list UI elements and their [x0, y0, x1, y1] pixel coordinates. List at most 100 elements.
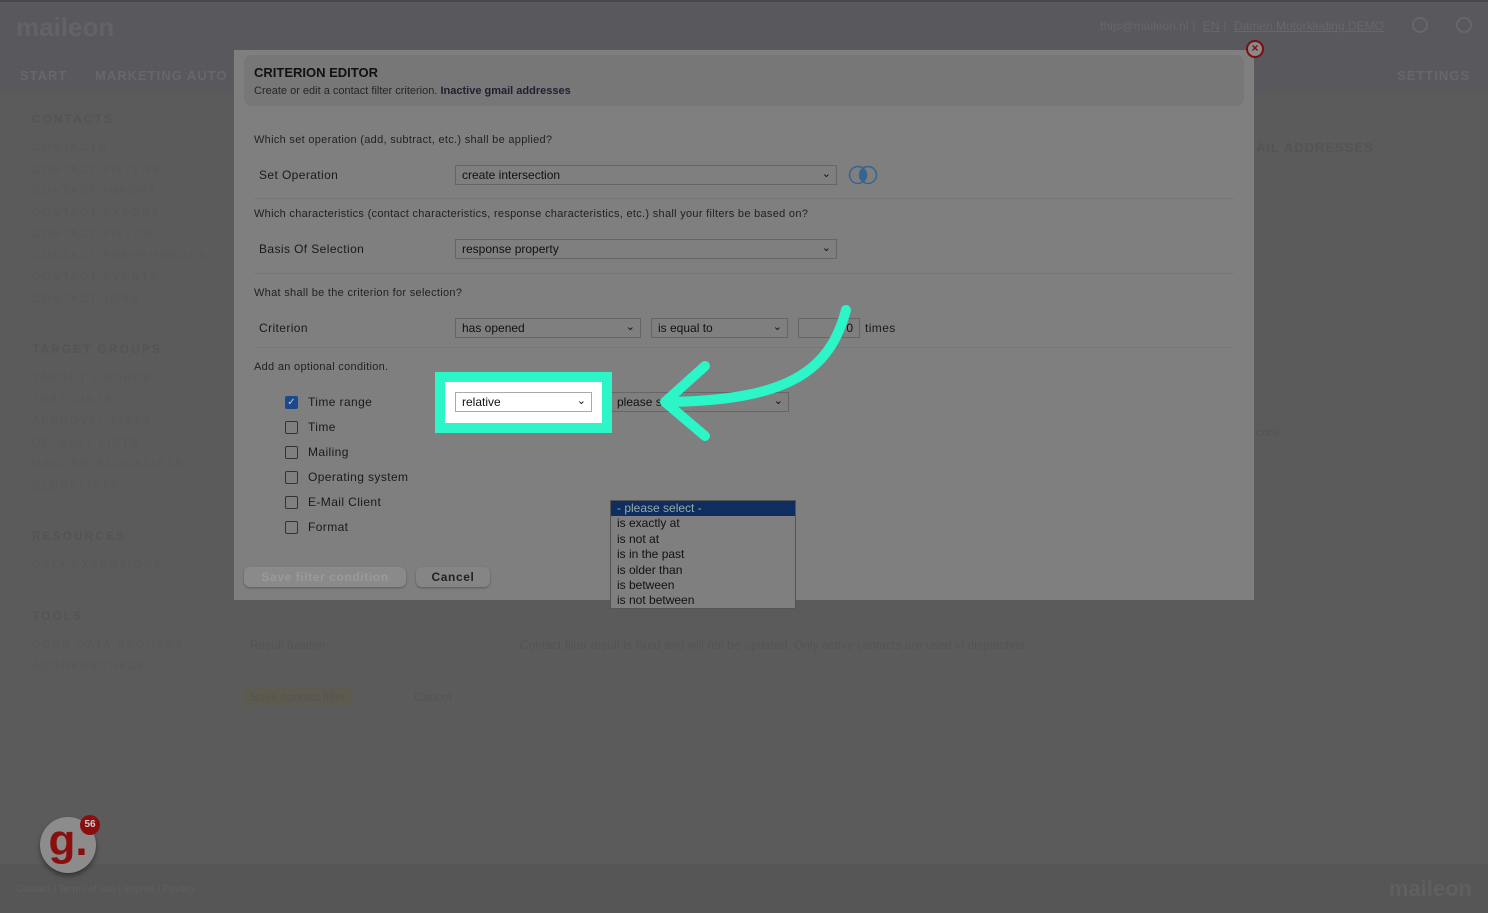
condition-label[interactable]: Mailing — [308, 445, 349, 459]
footer-links[interactable]: Contact | Terms of use | Imprint | Priva… — [16, 884, 195, 895]
cancel-contact-filter-button[interactable]: Cancel — [414, 690, 451, 704]
highlight-box: relative ⌄ — [435, 372, 612, 433]
sidebar-item[interactable]: BLOCKLISTS — [32, 480, 222, 502]
result-fixation-text: Contact filter result is fixed and will … — [520, 638, 1029, 652]
sidebar-item[interactable]: CONTACT IMPORT — [32, 185, 222, 207]
arrow-annotation-icon — [660, 305, 851, 441]
condition-label[interactable]: Time range — [308, 395, 372, 409]
sidebar-group: TOOLS GDPR DATA REQUEST ADDRESSCHECK — [32, 609, 222, 682]
sidebar-item[interactable]: GDPR DATA REQUEST — [32, 639, 222, 661]
times-label: times — [865, 321, 896, 335]
optional-condition-question: Add an optional condition. — [254, 361, 389, 373]
sidebar-item[interactable]: DEFAULT LISTS — [32, 437, 222, 459]
intersection-icon — [848, 165, 878, 185]
modal-subtitle: Create or edit a contact filter criterio… — [254, 85, 571, 97]
sidebar-item[interactable]: CONTACT EXPORT — [32, 207, 222, 229]
condition-checkbox[interactable] — [285, 521, 298, 534]
dropdown-option[interactable]: is exactly at — [611, 516, 795, 531]
basis-label: Basis Of Selection — [259, 242, 365, 256]
criterion-question: What shall be the criterion for selectio… — [254, 287, 463, 299]
divider — [254, 198, 1234, 199]
condition-checkbox[interactable] — [285, 446, 298, 459]
close-icon[interactable]: × — [1246, 40, 1264, 58]
set-operation-label: Set Operation — [259, 168, 339, 182]
nav-settings[interactable]: SETTINGS — [1397, 68, 1470, 83]
time-mode-select[interactable]: relative ⌄ — [455, 392, 592, 412]
dropdown-option[interactable]: is between — [611, 578, 795, 593]
condition-checkbox[interactable]: ✓ — [285, 396, 298, 409]
save-filter-condition-button[interactable]: Save filter condition — [244, 567, 406, 587]
sidebar-item[interactable]: CONTACT JOBS — [32, 293, 222, 315]
notification-widget[interactable]: g. 56 — [40, 815, 100, 873]
sidebar-item[interactable]: MAILING BLOCKLISTS — [32, 458, 222, 480]
criterion-select[interactable]: has opened ⌄ — [455, 318, 641, 338]
language-link[interactable]: EN — [1203, 19, 1220, 33]
time-mode-value: relative — [462, 395, 501, 409]
sidebar-heading: TOOLS — [32, 608, 84, 623]
maileon-logo: maileon — [16, 12, 115, 42]
sidebar-item[interactable]: ADDRESSCHECK — [32, 660, 222, 682]
criterion-label: Criterion — [259, 321, 308, 335]
footer: Contact | Terms of use | Imprint | Priva… — [0, 864, 1488, 913]
condition-label[interactable]: Time — [308, 420, 336, 434]
modal-title: CRITERION EDITOR — [254, 65, 378, 80]
condition-label[interactable]: E-Mail Client — [308, 495, 381, 509]
set-operation-value: create intersection — [462, 168, 561, 182]
chevron-down-icon: ⌄ — [821, 168, 831, 180]
sidebar-item[interactable]: CONTACT EVENTS — [32, 271, 222, 293]
condition-checkbox[interactable] — [285, 496, 298, 509]
user-email[interactable]: thijs@maileon.nl — [1100, 19, 1188, 33]
sidebar-group: RESOURCES DATA EXTENSIONS — [32, 529, 222, 581]
divider — [254, 273, 1234, 274]
condition-label[interactable]: Format — [308, 520, 348, 534]
account-link[interactable]: Damen Motorkleding DEMO — [1234, 19, 1384, 33]
save-contact-filter-button[interactable]: Save contact filter — [244, 688, 352, 706]
nav-marketing-automation[interactable]: MARKETING AUTO — [95, 68, 227, 83]
dropdown-option[interactable]: is in the past — [611, 547, 795, 562]
basis-value: response property — [462, 242, 559, 256]
set-operation-select[interactable]: create intersection ⌄ — [455, 165, 837, 185]
sidebar-item[interactable]: TEST LISTS — [32, 394, 222, 416]
sidebar-item[interactable]: CONTACT FIELDS — [32, 228, 222, 250]
dropdown-option[interactable]: is not between — [611, 593, 795, 608]
time-operator-dropdown-list: - please select - is exactly at is not at i… — [610, 500, 796, 609]
sidebar-heading: CONTACTS — [32, 112, 114, 126]
sidebar-item[interactable]: CONTACTS — [32, 142, 222, 164]
user-info: thijs@maileon.nl | EN | Damen Motorkleding… — [1100, 19, 1384, 33]
sidebar-item[interactable]: CONTACT PREFERENCES — [32, 250, 222, 272]
sidebar-item[interactable]: APPROVAL LISTS — [32, 415, 222, 437]
sidebar-item[interactable]: TARGET GROUPS — [32, 372, 222, 394]
result-fixation-label: Result fixation — [250, 638, 326, 652]
sidebar-group: TARGET GROUPS TARGET GROUPS TEST LISTS APPR… — [32, 342, 222, 501]
sidebar-heading: TARGET GROUPS — [32, 342, 162, 356]
set-operation-question: Which set operation (add, subtract, etc.… — [254, 134, 553, 146]
condition-label[interactable]: Operating system — [308, 470, 408, 484]
sidebar-group: CONTACTS CONTACTS CONTACT FILTERS CONTACT I… — [32, 112, 222, 314]
sidebar-item[interactable]: CONTACT FILTERS — [32, 164, 222, 186]
dropdown-option[interactable]: - please select - — [611, 501, 795, 517]
chevron-down-icon: ⌄ — [821, 242, 831, 254]
condition-checkbox[interactable] — [285, 471, 298, 484]
modal-header: CRITERION EDITOR Create or edit a contac… — [244, 55, 1244, 106]
power-icon[interactable] — [1456, 17, 1472, 33]
dropdown-option[interactable]: is not at — [611, 532, 795, 547]
subtitle-text: Create or edit a contact filter criterio… — [254, 85, 438, 97]
cancel-button[interactable]: Cancel — [416, 567, 490, 587]
nav-start[interactable]: START — [20, 68, 67, 83]
page-title: AIL ADDRESSES — [1256, 140, 1374, 155]
criterion-value: has opened — [462, 321, 525, 335]
chevron-down-icon: ⌄ — [576, 395, 586, 407]
help-icon[interactable] — [1412, 17, 1428, 33]
sidebar: CONTACTS CONTACTS CONTACT FILTERS CONTACT I… — [32, 112, 222, 710]
sidebar-heading: RESOURCES — [32, 529, 127, 543]
sidebar-item[interactable]: DATA EXTENSIONS — [32, 559, 222, 581]
filter-name: Inactive gmail addresses — [440, 85, 571, 97]
basis-select[interactable]: response property ⌄ — [455, 239, 837, 259]
notification-count: 56 — [80, 815, 100, 835]
basis-question: Which characteristics (contact character… — [254, 208, 809, 220]
footer-logo: maileon — [1388, 876, 1472, 901]
score-label: core — [1256, 425, 1280, 439]
chevron-down-icon: ⌄ — [625, 321, 635, 333]
condition-checkbox[interactable] — [285, 421, 298, 434]
dropdown-option[interactable]: is older than — [611, 563, 795, 578]
